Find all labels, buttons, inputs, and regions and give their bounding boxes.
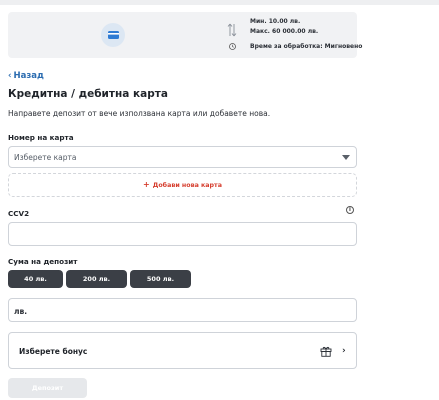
deposit-amount-field[interactable] xyxy=(8,298,357,323)
top-strip xyxy=(0,0,439,5)
choose-bonus-selector[interactable]: Изберете бонус › xyxy=(8,332,357,369)
deposit-amount-input[interactable] xyxy=(9,300,356,323)
chevron-left-icon: ‹ xyxy=(8,71,12,81)
card-number-label: Номер на карта xyxy=(8,133,74,142)
ccv2-field[interactable] xyxy=(8,222,357,247)
min-limit-text: Мин. 10.00 лв. xyxy=(250,18,301,25)
caret-down-icon xyxy=(342,155,350,160)
page-title: Кредитна / дебитна карта xyxy=(8,88,168,100)
payment-method-info-card: Мин. 10.00 лв. Макс. 60 000.00 лв. Време… xyxy=(8,12,362,58)
choose-bonus-label: Изберете бонус xyxy=(19,347,88,356)
ccv2-label: CCV2 xyxy=(8,209,30,218)
deposit-amount-label: Сума на депозит xyxy=(8,257,78,266)
quick-amount-group: 40 лв. 200 лв. 500 лв. xyxy=(8,270,191,288)
back-link-label: Назад xyxy=(13,71,44,81)
card-select-dropdown[interactable]: Изберете карта xyxy=(8,146,357,168)
info-icon[interactable]: i xyxy=(346,206,354,214)
page-description: Направете депозит от вече използвана кар… xyxy=(8,109,271,118)
max-limit-text: Макс. 60 000.00 лв. xyxy=(250,28,319,35)
quick-amount-200-button[interactable]: 200 лв. xyxy=(66,270,127,288)
quick-amount-500-button[interactable]: 500 лв. xyxy=(130,270,191,288)
clock-icon xyxy=(229,43,236,50)
plus-icon: + xyxy=(143,180,150,189)
ccv2-input[interactable] xyxy=(9,224,356,247)
credit-card-icon xyxy=(101,23,125,47)
card-select-value: Изберете карта xyxy=(14,153,77,162)
back-link[interactable]: ‹ Назад xyxy=(8,71,44,81)
chevron-right-icon: › xyxy=(342,346,346,356)
quick-amount-40-button[interactable]: 40 лв. xyxy=(8,270,63,288)
deposit-button[interactable]: Депозит xyxy=(8,378,87,398)
add-new-card-label: Добави нова карта xyxy=(152,181,222,189)
add-new-card-button[interactable]: + Добави нова карта xyxy=(8,173,357,197)
up-down-arrows-icon xyxy=(227,23,237,37)
processing-time-text: Време за обработка: Мигновено xyxy=(250,43,363,50)
gift-icon xyxy=(320,346,332,357)
